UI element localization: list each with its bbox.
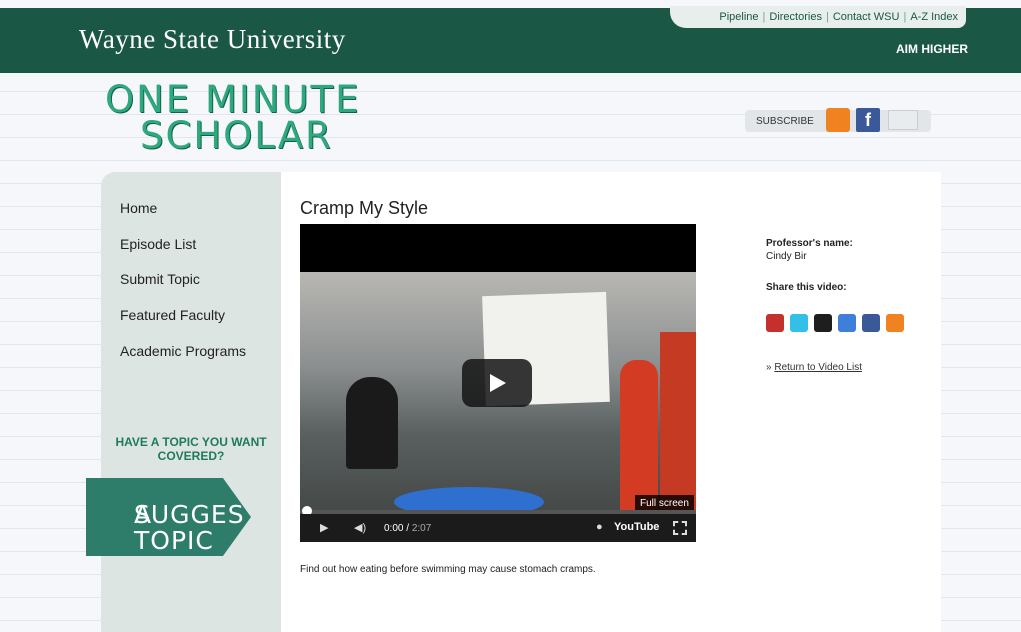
nav-featured-faculty[interactable]: Featured Faculty — [120, 307, 225, 323]
duration: 2:07 — [411, 523, 432, 534]
separator: | — [762, 11, 766, 23]
play-icon[interactable] — [462, 359, 532, 407]
current-time: 0:00 — [384, 523, 404, 534]
return-link-row: » Return to Video List — [766, 362, 862, 373]
rss-icon[interactable] — [886, 314, 904, 332]
one-minute-scholar-logo[interactable]: ONE MINUTE SCHOLAR — [105, 81, 361, 157]
seated-person-image — [346, 377, 398, 469]
fullscreen-icon[interactable] — [673, 521, 687, 535]
sidebar: Home Episode List Submit Topic Featured … — [86, 172, 281, 632]
link-az-index[interactable]: A-Z Index — [910, 11, 958, 23]
topic-prompt: HAVE A TOPIC YOU WANT COVERED? — [115, 435, 267, 463]
video-description: Find out how eating before swimming may … — [300, 564, 596, 575]
professor-label: Professor's name: — [766, 238, 853, 249]
facebook-icon[interactable] — [862, 314, 880, 332]
nav-academic-programs[interactable]: Academic Programs — [120, 343, 246, 359]
video-player[interactable]: Full screen ▶ ◀) 0:00 / 2:07 ● YouTube — [300, 224, 696, 542]
nav-submit-topic[interactable]: Submit Topic — [120, 271, 200, 287]
share-label: Share this video: — [766, 282, 847, 293]
clock-icon[interactable]: ● — [596, 521, 603, 533]
professor-name: Cindy Bir — [766, 251, 807, 262]
nav-home[interactable]: Home — [120, 200, 157, 216]
youtube-icon[interactable] — [766, 314, 784, 332]
share-icons — [766, 314, 904, 332]
main-content: Cramp My Style Full screen ▶ ◀) 0:00 / 2… — [281, 172, 941, 632]
suggest-topic-button[interactable]: SUGGEST A TOPIC — [86, 478, 251, 556]
link-contact-wsu[interactable]: Contact WSU — [833, 11, 900, 23]
email-icon[interactable] — [888, 110, 918, 130]
link-directories[interactable]: Directories — [769, 11, 822, 23]
time-display: 0:00 / 2:07 — [384, 523, 432, 534]
twitter-icon[interactable] — [790, 314, 808, 332]
separator: | — [825, 11, 829, 23]
subscribe-bar: SUBSCRIBE f — [745, 108, 931, 132]
video-info: Professor's name: Cindy Bir Share this v… — [766, 238, 936, 373]
rss-icon[interactable] — [826, 108, 850, 132]
play-control-icon[interactable]: ▶ — [320, 521, 328, 534]
wsu-logo[interactable]: Wayne State University — [79, 24, 346, 55]
myspace-icon[interactable] — [838, 314, 856, 332]
delicious-icon[interactable] — [814, 314, 832, 332]
logo-line-2: SCHOLAR — [140, 114, 333, 157]
suggest-line-2: A TOPIC — [134, 500, 214, 555]
youtube-logo[interactable]: YouTube — [614, 521, 659, 533]
nav-episode-list[interactable]: Episode List — [120, 236, 196, 252]
link-pipeline[interactable]: Pipeline — [719, 11, 758, 23]
player-controls: ▶ ◀) 0:00 / 2:07 ● YouTube — [300, 514, 696, 542]
video-title: Cramp My Style — [300, 198, 429, 218]
top-links: Pipeline | Directories | Contact WSU | A… — [670, 6, 966, 28]
site-header: Wayne State University Pipeline | Direct… — [0, 6, 1021, 73]
volume-icon[interactable]: ◀) — [354, 521, 366, 534]
return-to-video-list-link[interactable]: Return to Video List — [774, 362, 862, 373]
separator: | — [903, 11, 907, 23]
return-prefix: » — [766, 362, 772, 373]
subscribe-label: SUBSCRIBE — [756, 116, 814, 127]
tagline: AIM HIGHER — [896, 42, 968, 56]
facebook-icon[interactable]: f — [856, 108, 880, 132]
